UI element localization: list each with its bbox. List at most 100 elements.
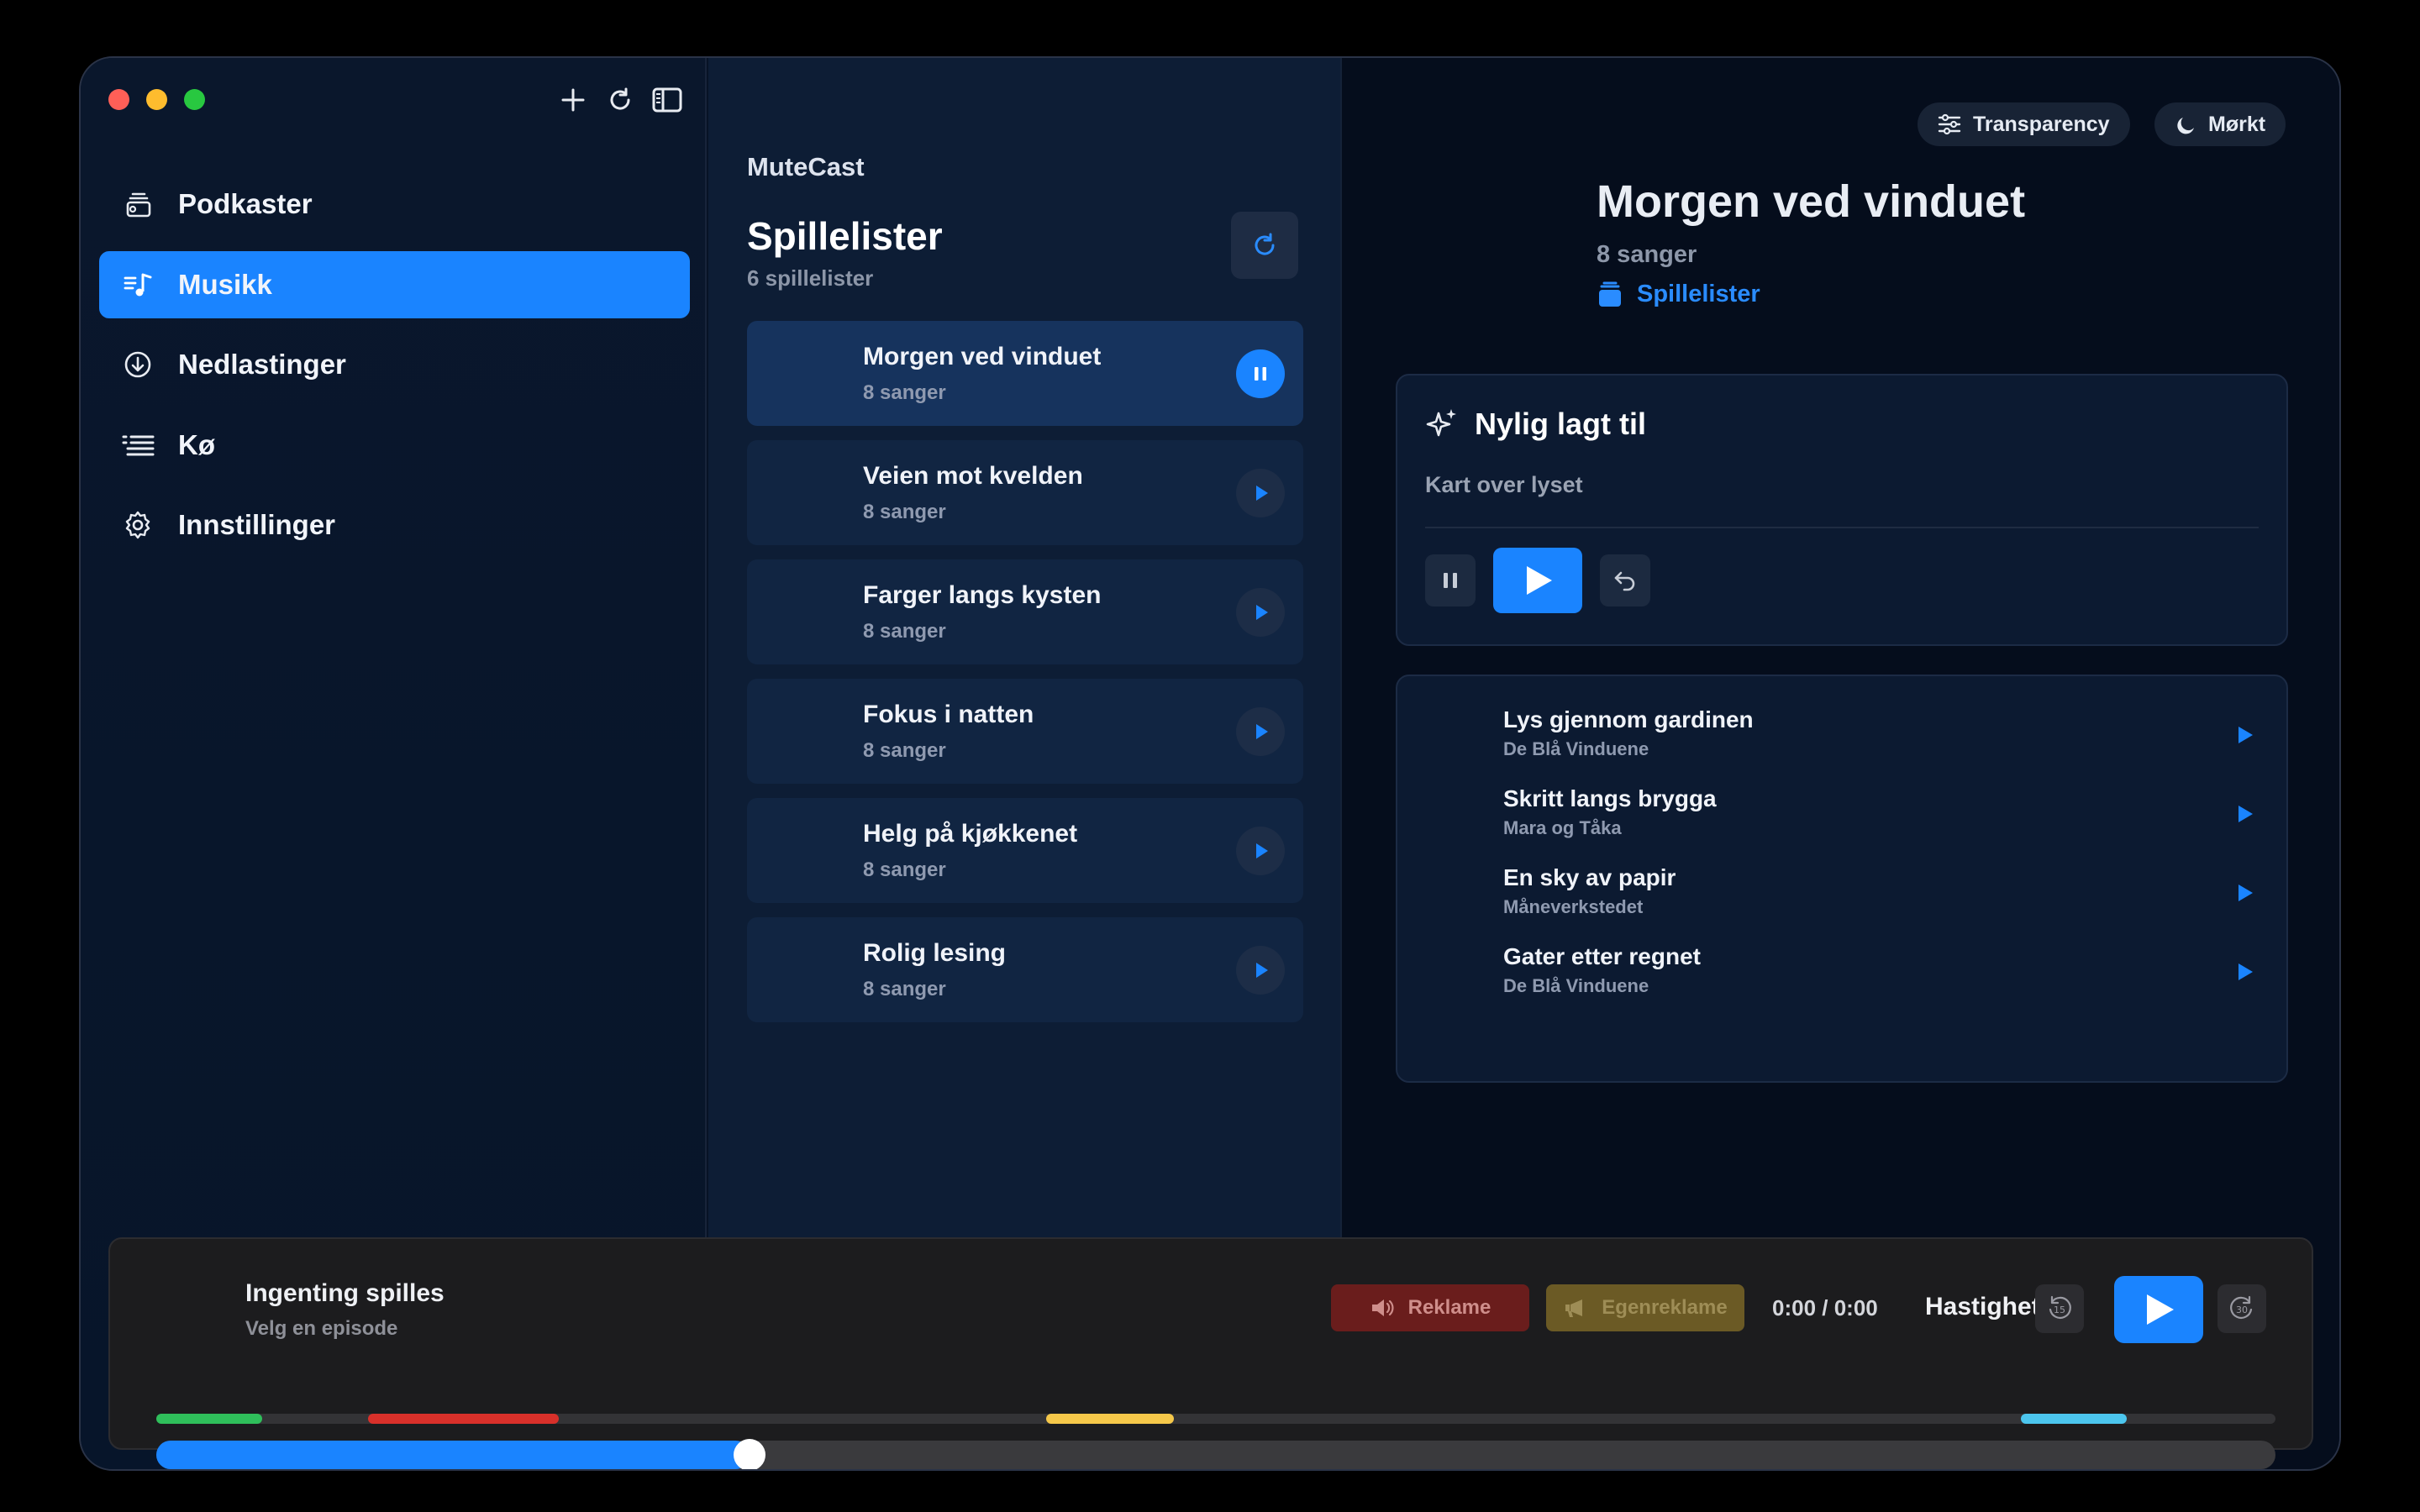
speed-button[interactable]: Hastighet — [1925, 1293, 2040, 1321]
sliders-icon — [1938, 113, 1961, 135]
playlist-song-count: 8 sanger — [863, 381, 946, 404]
pause-playlist-button[interactable] — [1236, 349, 1285, 398]
main-play-button[interactable] — [2114, 1276, 2203, 1343]
svg-text:15: 15 — [2054, 1305, 2065, 1315]
svg-text:30: 30 — [2236, 1305, 2248, 1315]
playlist-name: Veien mot kvelden — [863, 462, 1083, 490]
progress-fill — [156, 1441, 750, 1469]
playlist-song-count: 8 sanger — [863, 858, 946, 881]
play-icon — [1256, 605, 1268, 620]
playlist-name: Rolig lesing — [863, 939, 1007, 967]
sidebar-toolbar — [556, 83, 684, 117]
play-button[interactable] — [1493, 548, 1582, 613]
playlists-title: Spillelister — [747, 214, 943, 258]
playlist-row[interactable]: Rolig lesing 8 sanger — [747, 917, 1303, 1022]
sidebar-item-musikk[interactable]: Musikk — [99, 250, 690, 318]
pause-icon — [1444, 573, 1457, 588]
playlist-song-count: 8 sanger — [863, 739, 946, 762]
gear-icon — [121, 508, 155, 542]
play-playlist-button[interactable] — [1236, 707, 1285, 756]
sidebar-nav: Podkaster Musikk Nedlastinger Kø Innstil… — [99, 171, 690, 572]
self-ad-marker-label: Egenreklame — [1602, 1296, 1728, 1319]
progress-slider[interactable] — [156, 1439, 2275, 1469]
refresh-icon — [1255, 233, 1275, 255]
playlist-row[interactable]: Helg på kjøkkenet 8 sanger — [747, 798, 1303, 903]
segment-marker — [1046, 1414, 1174, 1424]
app-brand: MuteCast — [747, 152, 865, 181]
sidebar-item-podkaster[interactable]: Podkaster — [99, 171, 690, 238]
segment-marker — [2021, 1414, 2128, 1424]
skip-back-15-icon: 15 — [2049, 1295, 2071, 1319]
playlists-count: 6 spillelister — [747, 265, 874, 291]
track-artist: Måneverkstedet — [1503, 896, 1644, 917]
playlists-link-label: Spillelister — [1637, 281, 1760, 307]
playlist-row[interactable]: Veien mot kvelden 8 sanger — [747, 440, 1303, 545]
refresh-playlists-button[interactable] — [1231, 212, 1298, 279]
refresh-button[interactable] — [603, 83, 637, 117]
pause-icon — [1255, 367, 1266, 381]
playlist-name: Morgen ved vinduet — [863, 343, 1102, 370]
app-window: Podkaster Musikk Nedlastinger Kø Innstil… — [79, 56, 2341, 1471]
track-row[interactable]: Lys gjennom gardinen De Blå Vinduene — [1503, 706, 2270, 765]
playlist-song-count: 8 sanger — [863, 620, 946, 643]
playlist-row[interactable]: Farger langs kysten 8 sanger — [747, 559, 1303, 664]
sidebar-item-innstillinger[interactable]: Innstillinger — [99, 491, 690, 559]
play-playlist-button[interactable] — [1236, 469, 1285, 517]
sidebar-item-label: Kø — [178, 428, 215, 460]
download-circle-icon — [121, 348, 155, 381]
track-row[interactable]: Skritt langs brygga Mara og Tåka — [1503, 785, 2270, 844]
skip-forward-button[interactable]: 30 — [2217, 1284, 2266, 1333]
play-track-icon[interactable] — [2236, 962, 2254, 982]
play-icon — [1256, 963, 1268, 978]
track-artist: De Blå Vinduene — [1503, 975, 1649, 996]
segment-marker — [156, 1414, 263, 1424]
play-track-icon[interactable] — [2236, 725, 2254, 745]
zoom-window-button[interactable] — [184, 89, 205, 110]
podcasts-stack-icon — [121, 187, 155, 221]
segment-marker — [368, 1414, 560, 1424]
speaker-icon — [1370, 1297, 1395, 1319]
theme-button[interactable]: Mørkt — [2154, 102, 2286, 146]
track-row[interactable]: Gater etter regnet De Blå Vinduene — [1503, 943, 2270, 1002]
sidebar-item-ko[interactable]: Kø — [99, 412, 690, 479]
theme-label: Mørkt — [2208, 112, 2266, 136]
recently-added-title: Nylig lagt til — [1424, 407, 1646, 442]
progress-knob[interactable] — [734, 1439, 766, 1469]
playlists-link[interactable]: Spillelister — [1597, 281, 1760, 308]
moon-icon — [2175, 113, 2196, 135]
sparkles-icon — [1424, 407, 1460, 442]
transparency-label: Transparency — [1973, 112, 2110, 136]
sidebar-toggle-icon — [652, 87, 682, 113]
refresh-icon — [610, 87, 630, 110]
self-ad-marker-button[interactable]: Egenreklame — [1546, 1284, 1744, 1331]
queue-list-icon — [121, 428, 155, 462]
toggle-sidebar-button[interactable] — [650, 83, 684, 117]
play-playlist-button[interactable] — [1236, 588, 1285, 637]
play-track-icon[interactable] — [2236, 804, 2254, 824]
track-row[interactable]: En sky av papir Måneverkstedet — [1503, 864, 2270, 923]
play-icon — [1256, 724, 1268, 739]
playlist-title: Morgen ved vinduet — [1597, 176, 2026, 227]
ad-marker-button[interactable]: Reklame — [1331, 1284, 1529, 1331]
sidebar-item-nedlastinger[interactable]: Nedlastinger — [99, 331, 690, 398]
now-playing-subtitle: Velg en episode — [245, 1317, 398, 1340]
undo-button[interactable] — [1600, 554, 1650, 606]
track-artist: Mara og Tåka — [1503, 817, 1622, 838]
playlist-list: Morgen ved vinduet 8 sanger Veien mot kv… — [747, 321, 1303, 1037]
transparency-button[interactable]: Transparency — [1918, 102, 2130, 146]
skip-back-button[interactable]: 15 — [2035, 1284, 2084, 1333]
add-button[interactable] — [556, 83, 590, 117]
playlist-row[interactable]: Fokus i natten 8 sanger — [747, 679, 1303, 784]
play-playlist-button[interactable] — [1236, 946, 1285, 995]
plus-icon — [561, 88, 585, 112]
music-list-icon — [121, 268, 155, 302]
window-controls — [108, 89, 205, 110]
play-track-icon[interactable] — [2236, 883, 2254, 903]
minimize-window-button[interactable] — [146, 89, 167, 110]
play-icon — [1256, 843, 1268, 858]
playlist-row[interactable]: Morgen ved vinduet 8 sanger — [747, 321, 1303, 426]
play-playlist-button[interactable] — [1236, 827, 1285, 875]
pause-button[interactable] — [1425, 554, 1476, 606]
close-window-button[interactable] — [108, 89, 129, 110]
chapter-segment-bar — [156, 1414, 2275, 1424]
